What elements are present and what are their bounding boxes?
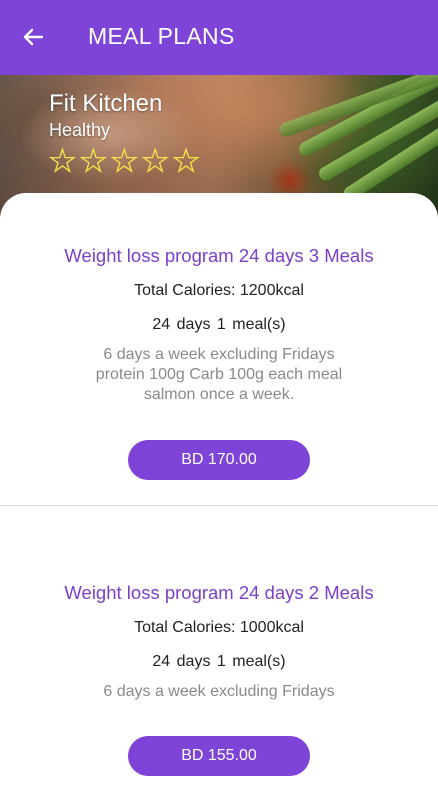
plan-description-line: salmon once a week. [143,386,295,403]
star-outline-icon: ★ [48,145,76,178]
rating-stars: ★ ★ ★ ★ ★ [48,145,200,178]
app-bar: MEAL PLANS [0,0,438,75]
restaurant-category: Healthy [49,120,111,140]
star-outline-icon: ★ [141,145,169,178]
divider [0,505,438,506]
plan-days: 24 days 1 meal(s) [152,653,286,670]
plan-title: Weight loss program 24 days 3 Meals [64,245,374,266]
restaurant-name: Fit Kitchen [49,90,163,117]
star-outline-icon: ★ [79,145,107,178]
meal-plan-card[interactable]: Weight loss program 24 days 2 Meals Tota… [0,582,438,776]
plan-calories: Total Calories: 1200kcal [134,282,304,299]
price-button[interactable]: BD 170.00 [128,440,310,480]
page-title: MEAL PLANS [88,23,235,49]
restaurant-info: Fit Kitchen Healthy ★ ★ ★ ★ ★ [48,90,200,178]
meal-plans-list: Weight loss program 24 days 3 Meals Tota… [0,193,438,800]
plan-calories: Total Calories: 1000kcal [134,619,304,636]
price-button[interactable]: BD 155.00 [128,736,310,776]
star-outline-icon: ★ [172,145,200,178]
plan-title: Weight loss program 24 days 2 Meals [64,582,374,603]
plan-days: 24 days 1 meal(s) [152,316,286,333]
star-outline-icon: ★ [110,145,138,178]
plan-description-line: 6 days a week excluding Fridays [103,346,335,363]
plan-description: 6 days a week excluding Fridays [0,682,438,702]
meal-plan-card[interactable]: Weight loss program 24 days 3 Meals Tota… [0,245,438,480]
back-button[interactable] [18,22,48,52]
plan-description-line: 6 days a week excluding Fridays [103,683,335,700]
plan-description: 6 days a week excluding Fridays protein … [0,345,438,405]
plan-description-line: protein 100g Carb 100g each meal [95,366,343,383]
arrow-left-icon [23,28,44,46]
